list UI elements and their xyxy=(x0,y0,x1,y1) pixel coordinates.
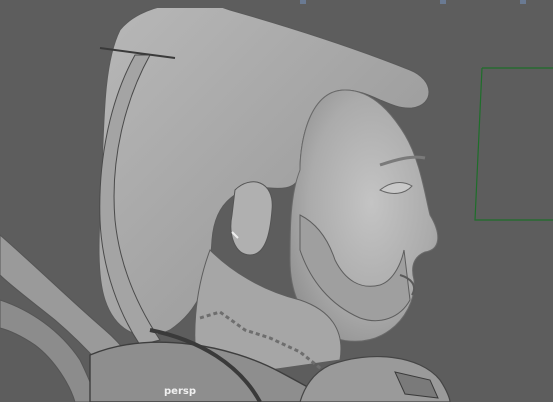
3d-scene[interactable] xyxy=(0,0,553,402)
frame-marker-icon xyxy=(440,0,446,4)
ear[interactable] xyxy=(230,181,273,256)
viewport-top-frame xyxy=(0,0,553,8)
camera-wireframe[interactable] xyxy=(474,67,553,221)
frame-marker-icon xyxy=(300,0,306,4)
maya-perspective-viewport[interactable]: persp xyxy=(0,0,553,402)
camera-name-label: persp xyxy=(164,386,196,397)
frame-marker-icon xyxy=(520,0,526,4)
